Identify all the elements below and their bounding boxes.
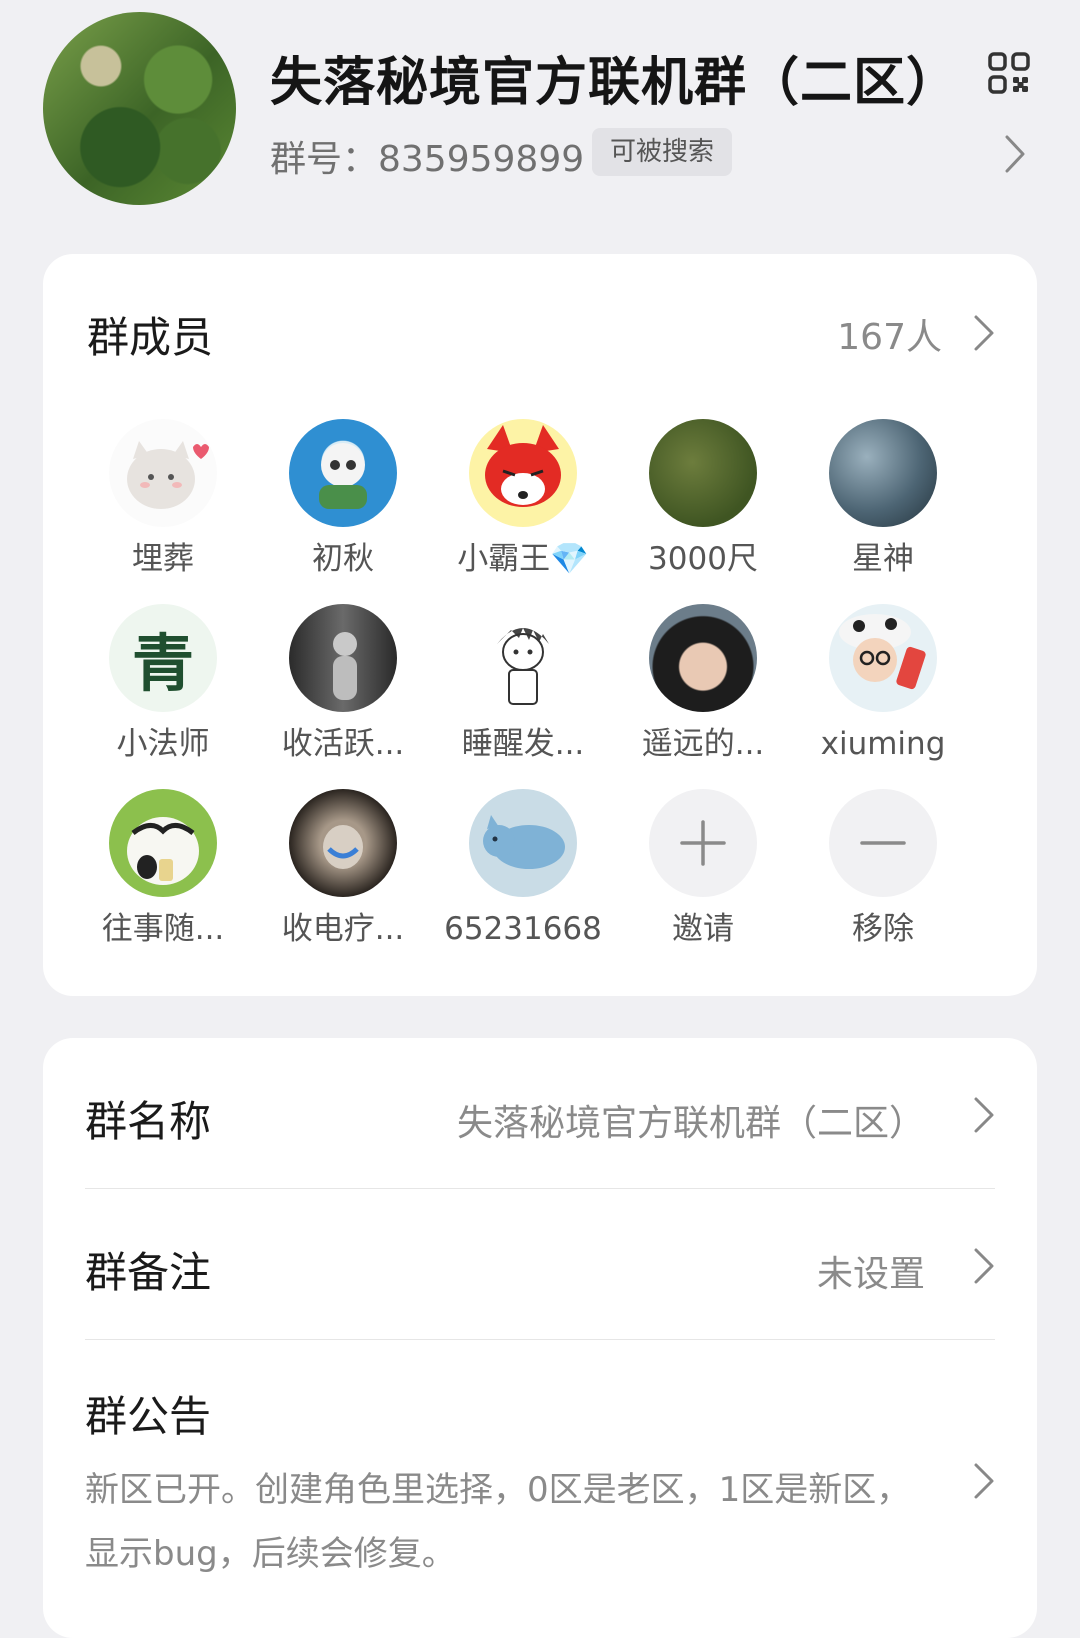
- member-item[interactable]: 睡醒发...: [438, 604, 608, 766]
- group-info-card: 群名称 失落秘境官方联机群（二区） 群备注 未设置 群公告 新区已开。创建角色里…: [43, 1038, 1037, 1638]
- member-avatar: [469, 604, 577, 712]
- figure-icon: [333, 632, 357, 700]
- member-name: 初秋: [312, 541, 374, 577]
- group-remark-value: 未设置: [816, 1254, 925, 1295]
- divider: [85, 1339, 995, 1340]
- group-title: 失落秘境官方联机群（二区）: [270, 53, 960, 113]
- member-name: 小霸王💎: [457, 541, 589, 577]
- invite-label: 邀请: [672, 911, 734, 947]
- group-notice-text[interactable]: 新区已开。创建角色里选择，0区是老区，1区是新区，显示bug，后续会修复。: [85, 1458, 925, 1586]
- member-name: xiuming: [820, 726, 946, 762]
- member-avatar: [829, 604, 937, 712]
- members-card: 群成员 167人 埋葬 初秋 小霸王💎 3000尺 星神 青 小法师 收活跃..…: [43, 254, 1037, 996]
- member-item[interactable]: 小霸王💎: [438, 419, 608, 581]
- member-item[interactable]: 星神: [798, 419, 968, 581]
- member-avatar: [829, 419, 937, 527]
- member-avatar: [109, 789, 217, 897]
- member-name: 小法师: [116, 726, 210, 762]
- member-avatar: [289, 419, 397, 527]
- member-item[interactable]: 遥远的...: [618, 604, 788, 766]
- minus-icon[interactable]: [829, 789, 937, 897]
- member-item[interactable]: 埋葬: [78, 419, 248, 581]
- member-avatar: [649, 419, 757, 527]
- member-avatar: [649, 604, 757, 712]
- group-remark-label: 群备注: [85, 1248, 212, 1297]
- plus-icon[interactable]: [649, 789, 757, 897]
- member-name: 睡醒发...: [461, 726, 585, 762]
- group-id: 群号：835959899: [270, 139, 585, 180]
- chevron-right-icon[interactable]: [973, 1462, 995, 1500]
- member-avatar: [469, 419, 577, 527]
- member-item[interactable]: 65231668: [438, 789, 608, 951]
- sketch-boy-icon: [497, 628, 549, 705]
- member-avatar: 青: [109, 604, 217, 712]
- member-avatar: [289, 789, 397, 897]
- group-header[interactable]: 失落秘境官方联机群（二区） 群号：835959899 可被搜索: [0, 0, 1080, 240]
- group-name-value: 失落秘境官方联机群（二区）: [456, 1103, 925, 1144]
- member-item[interactable]: 青 小法师: [78, 604, 248, 766]
- member-name: 收活跃...: [281, 726, 405, 762]
- invite-button[interactable]: 邀请: [618, 789, 788, 951]
- chevron-right-icon: [974, 1097, 994, 1133]
- cat-sticker-icon: [127, 441, 209, 509]
- red-fox-icon: [485, 425, 561, 507]
- cartoon-panda-icon: [319, 443, 367, 509]
- member-name: 往事随...: [101, 911, 225, 947]
- member-name: 65231668: [444, 911, 602, 947]
- chevron-right-icon[interactable]: [1003, 133, 1027, 175]
- member-name: 3000尺: [648, 541, 758, 577]
- member-name: 遥远的...: [641, 726, 765, 762]
- member-count[interactable]: 167人: [837, 308, 942, 360]
- member-item[interactable]: xiuming: [798, 604, 968, 766]
- remove-button[interactable]: 移除: [798, 789, 968, 951]
- member-avatar: [109, 419, 217, 527]
- member-item[interactable]: 初秋: [258, 419, 428, 581]
- member-item[interactable]: 收活跃...: [258, 604, 428, 766]
- member-avatar: [469, 789, 577, 897]
- chevron-right-icon[interactable]: [973, 314, 995, 352]
- group-avatar[interactable]: [43, 12, 236, 205]
- member-item[interactable]: 3000尺: [618, 419, 788, 581]
- chevron-right-icon: [974, 1248, 994, 1284]
- group-notice-label[interactable]: 群公告: [85, 1383, 211, 1444]
- member-name: 收电疗...: [281, 911, 405, 947]
- group-name-row[interactable]: 群名称 失落秘境官方联机群（二区）: [85, 1038, 995, 1188]
- member-avatar: [289, 604, 397, 712]
- group-name-label: 群名称: [85, 1097, 212, 1146]
- glowing-rabbit-icon: [323, 825, 363, 869]
- remove-label: 移除: [852, 911, 914, 947]
- girl-with-cup-icon: [839, 614, 926, 690]
- searchable-badge: 可被搜索: [592, 128, 733, 176]
- members-section-title: 群成员: [87, 313, 214, 362]
- member-name: 星神: [852, 541, 914, 577]
- member-name: 埋葬: [132, 541, 194, 577]
- member-item[interactable]: 往事随...: [78, 789, 248, 951]
- qr-code-icon[interactable]: [988, 52, 1030, 94]
- group-remark-row[interactable]: 群备注 未设置: [85, 1189, 995, 1339]
- blue-cat-icon: [483, 815, 565, 869]
- cow-cartoon-icon: [127, 817, 199, 885]
- member-item[interactable]: 收电疗...: [258, 789, 428, 951]
